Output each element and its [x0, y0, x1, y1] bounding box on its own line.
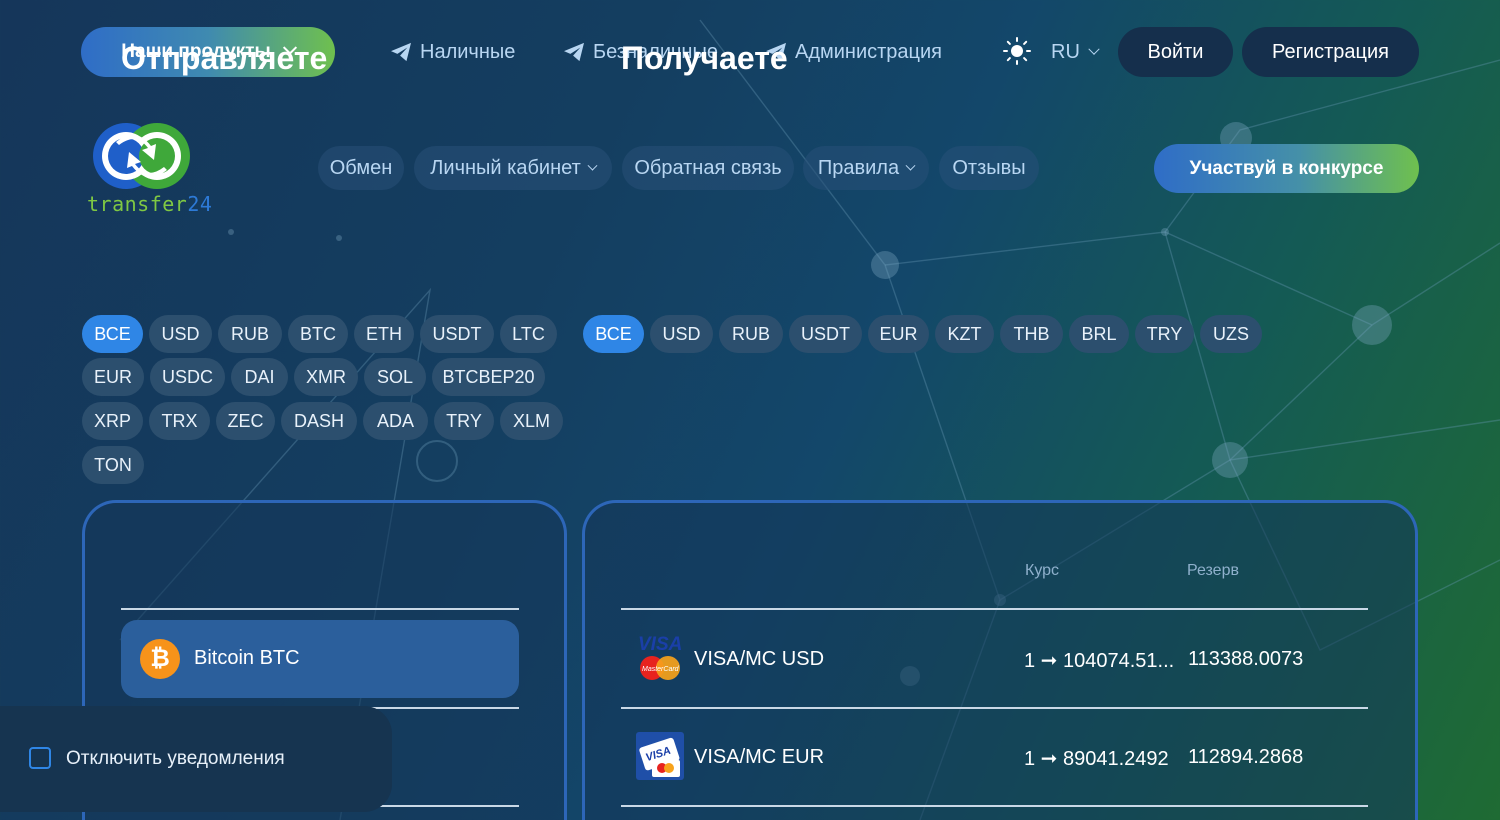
telegram-icon: [564, 42, 584, 62]
recv-filter-all[interactable]: ВСЕ: [583, 315, 644, 353]
logo-text-transfer: transfer: [87, 192, 188, 216]
language-label: RU: [1051, 40, 1080, 63]
logo-text-24: 24: [187, 192, 213, 216]
send-filter-chip[interactable]: XRP: [82, 402, 143, 440]
nav-rules[interactable]: Правила: [803, 146, 929, 190]
contest-button[interactable]: Участвуй в конкурсе: [1154, 144, 1419, 193]
recv-filter-chip[interactable]: TRY: [1135, 315, 1194, 353]
nav-account[interactable]: Личный кабинет: [414, 146, 612, 190]
nav-feedback-label: Обратная связь: [634, 156, 782, 179]
send-filter-chip[interactable]: TON: [82, 446, 144, 484]
recv-filter-chip[interactable]: EUR: [868, 315, 929, 353]
send-filter-chip[interactable]: ADA: [363, 402, 428, 440]
send-filter-chip[interactable]: TRY: [434, 402, 494, 440]
svg-text:MasterCard: MasterCard: [642, 666, 680, 673]
nav-account-label: Личный кабинет: [430, 156, 581, 179]
divider: [121, 608, 519, 610]
send-filter-chip[interactable]: ETH: [354, 315, 414, 353]
chevron-down-icon: [1088, 43, 1100, 55]
send-filter-chip[interactable]: XLM: [500, 402, 563, 440]
nav-reviews[interactable]: Отзывы: [939, 146, 1039, 190]
recv-filter-chip[interactable]: RUB: [719, 315, 783, 353]
send-filter-chip[interactable]: USDC: [150, 358, 225, 396]
send-filter-chip[interactable]: DASH: [281, 402, 357, 440]
send-panel-title: Отправляете: [121, 40, 328, 76]
nav-reviews-label: Отзывы: [952, 156, 1026, 179]
visa-card-icon: VISA: [636, 732, 684, 780]
visa-mastercard-icon: VISA MasterCard: [638, 634, 682, 680]
send-filter-chip[interactable]: BTCBEP20: [432, 358, 545, 396]
send-filter-chip[interactable]: TRX: [149, 402, 210, 440]
telegram-icon: [391, 42, 411, 62]
language-selector[interactable]: RU: [1051, 38, 1100, 66]
receive-currency-name: VISA/MC USD: [694, 648, 825, 670]
send-filter-chip[interactable]: XMR: [294, 358, 358, 396]
send-filter-chip[interactable]: DAI: [231, 358, 288, 396]
send-currency-name: Bitcoin BTC: [194, 647, 300, 669]
send-filter-chip[interactable]: USDT: [420, 315, 494, 353]
receive-panel-title: Получаете: [621, 40, 788, 76]
receive-currency-name: VISA/MC EUR: [694, 746, 825, 768]
register-button[interactable]: Регистрация: [1242, 27, 1419, 77]
nav-exchange[interactable]: Обмен: [318, 146, 404, 190]
send-filter-chip[interactable]: ZEC: [216, 402, 275, 440]
receive-row-visa-mc-eur[interactable]: VISA VISA/MC EUR 1 ➞ 89041.2492 112894.2…: [621, 708, 1368, 806]
reserve-column-header: Резерв: [1187, 562, 1239, 579]
receive-row-visa-mc-usd[interactable]: VISA MasterCard VISA/MC USD 1 ➞ 104074.5…: [621, 610, 1368, 708]
admin-link-label: Администрация: [795, 40, 943, 63]
send-filter-chip[interactable]: BTC: [288, 315, 348, 353]
chevron-down-icon: [905, 160, 916, 171]
bitcoin-icon: ₿: [140, 639, 180, 679]
nav-exchange-label: Обмен: [329, 156, 393, 179]
send-filter-chip[interactable]: USD: [149, 315, 212, 353]
receive-rate: 1 ➞ 89041.2492: [1024, 748, 1169, 770]
svg-text:VISA: VISA: [638, 634, 682, 655]
recv-filter-chip[interactable]: BRL: [1069, 315, 1129, 353]
logo-wordmark: transfer24: [87, 192, 212, 216]
receive-rate: 1 ➞ 104074.51...: [1024, 650, 1175, 672]
cash-telegram-link[interactable]: Наличные: [390, 38, 515, 66]
recv-filter-chip[interactable]: UZS: [1200, 315, 1262, 353]
nav-feedback[interactable]: Обратная связь: [622, 146, 794, 190]
recv-filter-chip[interactable]: USD: [650, 315, 713, 353]
chevron-down-icon: [587, 160, 598, 171]
recv-filter-chip[interactable]: KZT: [935, 315, 994, 353]
recv-filter-chip[interactable]: USDT: [789, 315, 862, 353]
cash-link-label: Наличные: [420, 40, 516, 63]
receive-reserve: 113388.0073: [1188, 648, 1304, 670]
divider: [621, 805, 1368, 807]
admin-telegram-link[interactable]: Администрация: [765, 38, 942, 66]
disable-notifications-label[interactable]: Отключить уведомления: [66, 748, 285, 770]
send-filter-chip[interactable]: LTC: [500, 315, 557, 353]
receive-reserve: 112894.2868: [1188, 746, 1304, 768]
nav-rules-label: Правила: [817, 156, 900, 179]
login-button[interactable]: Войти: [1118, 27, 1233, 77]
disable-notifications-checkbox[interactable]: [29, 747, 51, 769]
send-filter-chip[interactable]: RUB: [218, 315, 282, 353]
send-filter-all[interactable]: ВСЕ: [82, 315, 143, 353]
notification-popup: Отключить уведомления: [0, 706, 392, 812]
send-filter-chip[interactable]: EUR: [82, 358, 144, 396]
send-filter-chip[interactable]: SOL: [364, 358, 426, 396]
sun-icon[interactable]: [1002, 36, 1032, 66]
rate-column-header: Курс: [1025, 562, 1060, 579]
recv-filter-chip[interactable]: THB: [1000, 315, 1063, 353]
send-currency-selected[interactable]: ₿ Bitcoin BTC: [121, 620, 519, 698]
